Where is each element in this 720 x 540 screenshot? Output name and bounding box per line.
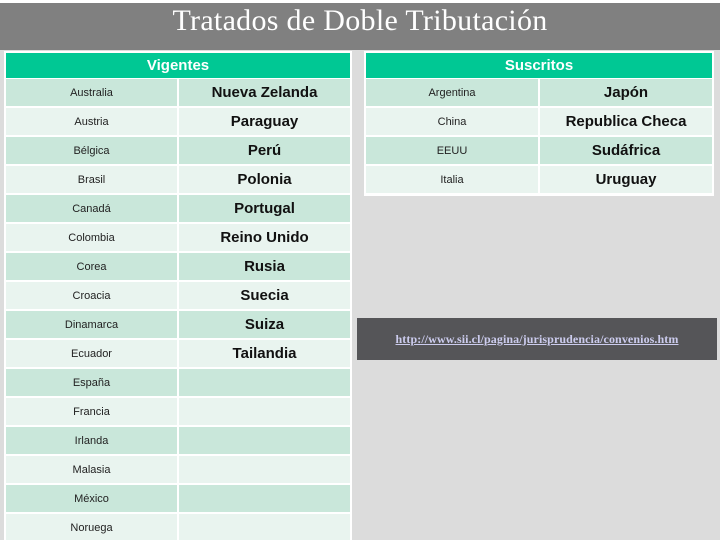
country-cell-primary: Australia: [6, 79, 177, 106]
country-cell-secondary: Paraguay: [179, 108, 350, 135]
table-suscritos-body: Argentina Japón China Republica Checa EEUU Su…: [366, 78, 712, 194]
table-row: Dinamarca Suiza: [6, 310, 350, 339]
table-row: España: [6, 368, 350, 397]
country-cell-secondary: Portugal: [179, 195, 350, 222]
country-cell-secondary: Suecia: [179, 282, 350, 309]
country-cell-primary: Ecuador: [6, 340, 177, 367]
country-cell-secondary: Polonia: [179, 166, 350, 193]
country-cell-primary: Francia: [6, 398, 177, 425]
table-row: Francia: [6, 397, 350, 426]
country-cell-primary: Brasil: [6, 166, 177, 193]
country-cell-secondary: Japón: [540, 79, 712, 106]
source-link-box[interactable]: http://www.sii.cl/pagina/jurisprudencia/…: [357, 318, 717, 360]
country-cell-primary: Argentina: [366, 79, 538, 106]
country-cell-primary: EEUU: [366, 137, 538, 164]
page-title: Tratados de Doble Tributación: [172, 4, 548, 37]
table-row: Bélgica Perú: [6, 136, 350, 165]
country-cell-secondary: Uruguay: [540, 166, 712, 193]
table-row: Corea Rusia: [6, 252, 350, 281]
table-row: Ecuador Tailandia: [6, 339, 350, 368]
table-row: México: [6, 484, 350, 513]
country-cell-primary: Noruega: [6, 514, 177, 540]
country-cell-secondary: Tailandia: [179, 340, 350, 367]
country-cell-primary: Canadá: [6, 195, 177, 222]
table-vigentes-body: Australia Nueva Zelanda Austria Paraguay Bél…: [6, 78, 350, 540]
table-row: Irlanda: [6, 426, 350, 455]
table-row: Noruega: [6, 513, 350, 540]
country-cell-primary: España: [6, 369, 177, 396]
table-row: Colombia Reino Unido: [6, 223, 350, 252]
country-cell-primary: Croacia: [6, 282, 177, 309]
country-cell-primary: México: [6, 485, 177, 512]
country-cell-secondary: [179, 369, 350, 396]
table-vigentes-header: Vigentes: [6, 53, 350, 78]
table-suscritos-header: Suscritos: [366, 53, 712, 78]
country-cell-primary: Dinamarca: [6, 311, 177, 338]
country-cell-primary: Italia: [366, 166, 538, 193]
country-cell-secondary: [179, 456, 350, 483]
table-row: Italia Uruguay: [366, 165, 712, 194]
source-link[interactable]: http://www.sii.cl/pagina/jurisprudencia/…: [396, 332, 679, 347]
table-row: China Republica Checa: [366, 107, 712, 136]
table-row: Brasil Polonia: [6, 165, 350, 194]
country-cell-primary: Bélgica: [6, 137, 177, 164]
country-cell-secondary: Reino Unido: [179, 224, 350, 251]
country-cell-secondary: Perú: [179, 137, 350, 164]
table-row: Australia Nueva Zelanda: [6, 78, 350, 107]
country-cell-primary: Malasia: [6, 456, 177, 483]
table-row: Malasia: [6, 455, 350, 484]
country-cell-primary: Irlanda: [6, 427, 177, 454]
table-row: Croacia Suecia: [6, 281, 350, 310]
country-cell-primary: China: [366, 108, 538, 135]
country-cell-secondary: Republica Checa: [540, 108, 712, 135]
country-cell-primary: Colombia: [6, 224, 177, 251]
country-cell-secondary: [179, 514, 350, 540]
table-row: Canadá Portugal: [6, 194, 350, 223]
country-cell-secondary: Rusia: [179, 253, 350, 280]
table-row: Austria Paraguay: [6, 107, 350, 136]
country-cell-secondary: Sudáfrica: [540, 137, 712, 164]
country-cell-secondary: Nueva Zelanda: [179, 79, 350, 106]
table-row: Argentina Japón: [366, 78, 712, 107]
country-cell-secondary: [179, 398, 350, 425]
table-suscritos: Suscritos Argentina Japón China Republica C…: [364, 51, 714, 196]
country-cell-primary: Corea: [6, 253, 177, 280]
slide-root: Tratados de Doble Tributación Vigentes A…: [0, 0, 720, 540]
country-cell-secondary: Suiza: [179, 311, 350, 338]
table-row: EEUU Sudáfrica: [366, 136, 712, 165]
country-cell-secondary: [179, 427, 350, 454]
country-cell-primary: Austria: [6, 108, 177, 135]
country-cell-secondary: [179, 485, 350, 512]
table-vigentes: Vigentes Australia Nueva Zelanda Austria Pa…: [4, 51, 352, 540]
